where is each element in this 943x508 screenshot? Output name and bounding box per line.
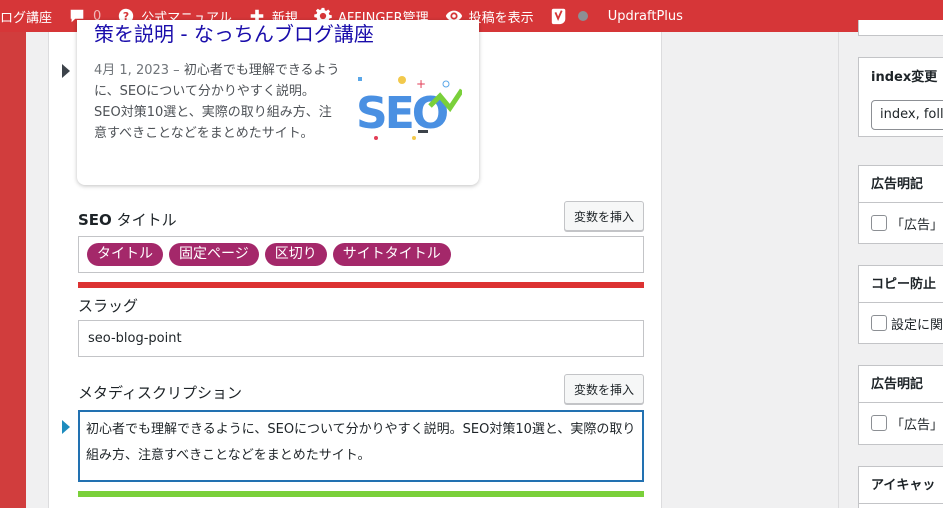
variable-pill-site-title[interactable]: サイトタイトル [332,243,451,266]
site-name: ログ講座 [0,10,53,26]
copy-protection-option[interactable]: 設定に関 [859,303,943,343]
variable-pill-title[interactable]: タイトル [87,243,163,266]
preview-date: 4月 1, 2023 [94,63,170,78]
updraftplus-link[interactable]: UpdraftPlus [596,0,691,32]
variable-pill-separator[interactable]: 区切り [264,243,327,266]
ad-checkbox-2[interactable] [871,415,887,431]
meta-description-progress-bar [78,491,644,497]
slug-input[interactable]: seo-blog-point [78,320,644,357]
variable-pill-page[interactable]: 固定ページ [169,243,259,266]
index-select[interactable]: index, follo [871,100,943,130]
ad-disclosure-box-1: 広告明記 「広告」 [858,165,943,244]
ad-checkbox-label-1: 「広告」 [891,217,943,233]
ad-disclosure-option-1[interactable]: 「広告」 [859,203,943,243]
eyecatch-title: アイキャッ [859,467,943,504]
seo-score-dot [577,11,588,21]
eyecatch-box: アイキャッ [858,466,943,508]
copy-checkbox-label: 設定に関 [891,317,943,333]
preview-mode-caret[interactable] [62,64,70,78]
ad-disclosure-title-2: 広告明記 [859,366,943,403]
preview-title: 策を説明 - なっちんブログ講座 [94,22,374,46]
insert-variable-button-description[interactable]: 変数を挿入 [564,374,644,404]
meta-description-label: メタディスクリプション [78,384,242,402]
updraftplus-label: UpdraftPlus [607,8,683,24]
focus-caret [62,420,70,434]
ad-checkbox-1[interactable] [871,215,887,231]
site-name-link[interactable]: ログ講座 [0,0,60,32]
copy-protection-title: コピー防止 [859,266,943,303]
search-preview-card: 策を説明 - なっちんブログ講座 4月 1, 2023 – 初心者でも理解できる… [77,20,479,185]
sidebar-box-top [858,20,943,36]
preview-thumbnail-image: + SEO [358,76,462,140]
ad-disclosure-box-2: 広告明記 「広告」 [858,365,943,445]
seo-title-label: SEO タイトル [78,209,177,230]
yoast-icon [551,8,565,25]
seo-title-label-rest: タイトル [111,211,177,229]
seo-title-label-strong: SEO [78,211,112,229]
slug-value: seo-blog-point [88,331,182,346]
slug-label: スラッグ [78,297,139,315]
index-box-title: index変更 [871,70,938,85]
copy-checkbox[interactable] [871,315,887,331]
insert-variable-button-title[interactable]: 変数を挿入 [564,201,644,231]
admin-menu-edge [0,32,26,508]
preview-separator: – [173,63,180,78]
yoast-menu[interactable] [542,0,596,32]
ad-disclosure-title-1: 広告明記 [859,166,943,203]
meta-description-value: 初心者でも理解できるように、SEOについて分かりやすく説明。SEO対策10選と、… [86,422,636,463]
preview-snippet: 4月 1, 2023 – 初心者でも理解できるように、SEOについて分かりやすく… [94,60,340,144]
index-box: index変更 index, follo [858,57,943,137]
meta-description-input[interactable]: 初心者でも理解できるように、SEOについて分かりやすく説明。SEO対策10選と、… [78,410,644,482]
copy-protection-box: コピー防止 設定に関 [858,265,943,344]
ad-checkbox-label-2: 「広告」 [891,417,943,433]
ad-disclosure-option-2[interactable]: 「広告」 [859,403,943,443]
thumbnail-text: SEO [358,88,448,139]
seo-title-input[interactable]: タイトル 固定ページ 区切り サイトタイトル [78,236,644,273]
seo-title-progress-bar [78,282,644,288]
